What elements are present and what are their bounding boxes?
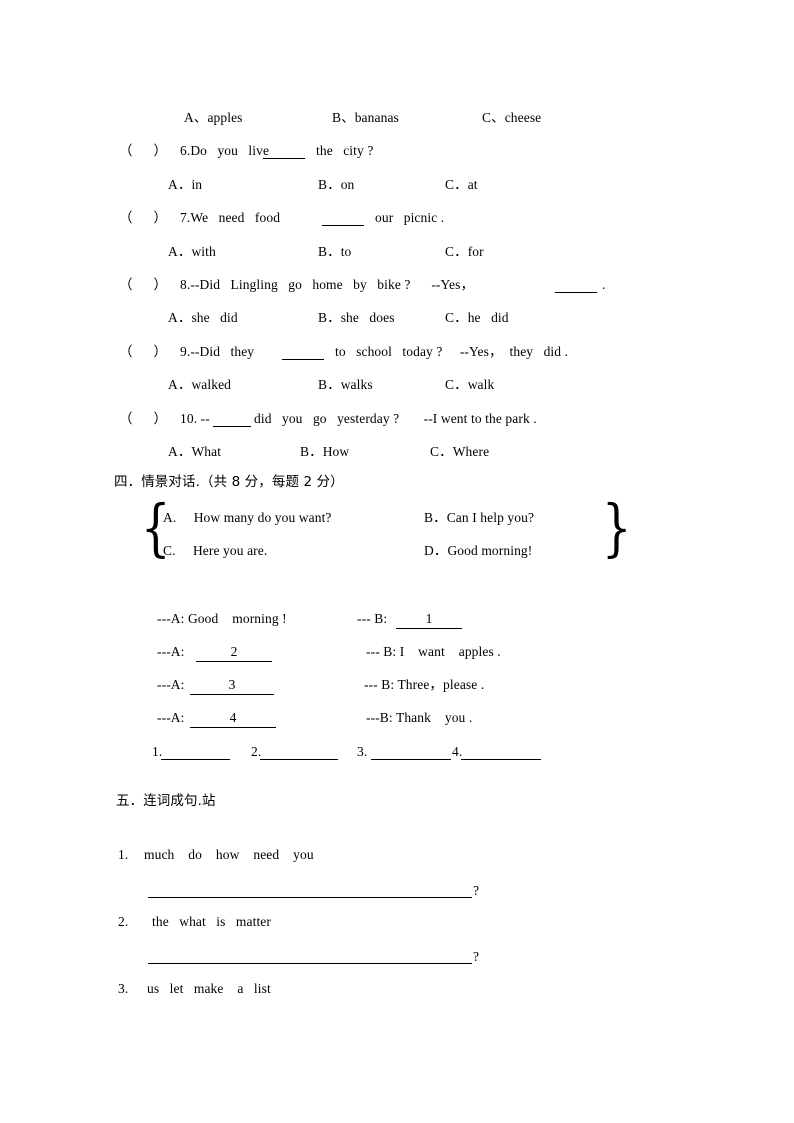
option-q7-b[interactable]: B．to — [318, 245, 351, 259]
option-q7-a[interactable]: A．with — [168, 245, 216, 259]
option-q10-a[interactable]: A．What — [168, 445, 221, 459]
answer-parens-q6[interactable]: （ ） — [119, 144, 167, 158]
question-stem-q7-after: our picnic . — [375, 210, 445, 225]
dialogue-line-3-left: ---A: — [157, 677, 185, 692]
question-stem-q9-before: 9.--Did they — [180, 344, 255, 359]
dialog-option-c[interactable]: C. Here you are. — [163, 544, 267, 558]
sentence-answer-rule-2[interactable] — [148, 963, 472, 964]
sentence-item-2-endmark: ? — [473, 949, 479, 964]
answer-parens-q9[interactable]: （ ） — [119, 345, 167, 359]
choice-option-a: A、apples — [184, 110, 243, 125]
question-stem-q10-before: 10. -- — [180, 411, 210, 426]
sentence-item-2-number: 2. — [118, 914, 129, 929]
question-stem-q8-before: 8.--Did Lingling go home by bike ? --Yes… — [180, 277, 475, 292]
option-q6-b[interactable]: B．on — [318, 178, 354, 192]
dialogue-line-1-left: ---A: Good morning ! — [157, 611, 287, 626]
question-stem-q8-after: . — [602, 277, 606, 292]
answer-blank-label-1: 1. — [152, 744, 163, 759]
question-stem-q6-after: the city ? — [316, 143, 374, 158]
sentence-item-1-number: 1. — [118, 847, 129, 862]
sentence-item-1-words: much do how need you — [144, 847, 314, 862]
section-five-heading: 五．连词成句.站 — [116, 793, 216, 809]
option-q9-c[interactable]: C．walk — [445, 378, 494, 392]
right-curly-brace: } — [601, 491, 632, 564]
dialogue-line-4-right: ---B: Thank you . — [366, 710, 473, 725]
answer-blank-rule-3[interactable] — [371, 759, 451, 760]
worksheet-page: A、apples B、bananas C、cheese （ ） 6.Do you… — [0, 0, 794, 1123]
sentence-answer-rule-1[interactable] — [148, 897, 472, 898]
answer-blank-label-4: 4. — [452, 744, 463, 759]
sentence-item-3-words: us let make a list — [147, 981, 271, 996]
option-q9-a[interactable]: A．walked — [168, 378, 231, 392]
question-stem-q10-after: did you go yesterday ? --I went to the p… — [254, 411, 537, 426]
answer-parens-q7[interactable]: （ ） — [119, 211, 167, 225]
dialogue-line-4-left: ---A: — [157, 710, 185, 725]
inline-blank-q7[interactable] — [322, 211, 364, 227]
inline-blank-q9[interactable] — [282, 345, 324, 361]
answer-parens-q10[interactable]: （ ） — [119, 412, 167, 426]
dialogue-answer-slot-3[interactable]: 3 — [190, 678, 274, 695]
choice-option-b: B、bananas — [332, 110, 399, 125]
inline-blank-q8[interactable] — [555, 278, 597, 294]
question-stem-q6-before: 6.Do you live — [180, 143, 270, 158]
dialogue-line-2-left: ---A: — [157, 644, 185, 659]
answer-blank-label-2: 2. — [251, 744, 262, 759]
question-stem-q7-before: 7.We need food — [180, 210, 281, 225]
question-stem-q9-after: to school today ? --Yes， they did . — [335, 344, 569, 359]
dialog-option-b[interactable]: B．Can I help you? — [424, 511, 534, 525]
option-q10-c[interactable]: C．Where — [430, 445, 489, 459]
dialogue-answer-slot-2[interactable]: 2 — [196, 645, 272, 662]
dialog-option-a[interactable]: A. How many do you want? — [163, 511, 332, 525]
dialog-option-d[interactable]: D．Good morning! — [424, 544, 532, 558]
sentence-item-2-words: the what is matter — [152, 914, 271, 929]
answer-parens-q8[interactable]: （ ） — [119, 278, 167, 292]
choice-option-c: C、cheese — [482, 110, 542, 125]
dialogue-line-2-right: --- B: I want apples . — [366, 644, 501, 659]
dialogue-line-3-right: --- B: Three，please . — [364, 677, 485, 692]
answer-blank-rule-4[interactable] — [461, 759, 541, 760]
option-q6-a[interactable]: A．in — [168, 178, 202, 192]
sentence-item-3-number: 3. — [118, 981, 129, 996]
option-q8-a[interactable]: A．she did — [168, 311, 238, 325]
section-four-heading: 四．情景对话.（共 8 分，每题 2 分） — [114, 474, 344, 490]
dialogue-answer-slot-1[interactable]: 1 — [396, 612, 462, 629]
option-q8-b[interactable]: B．she does — [318, 311, 395, 325]
dialogue-answer-slot-4[interactable]: 4 — [190, 711, 276, 728]
answer-blank-rule-1[interactable] — [161, 759, 230, 760]
option-q10-b[interactable]: B．How — [300, 445, 349, 459]
option-q7-c[interactable]: C．for — [445, 245, 484, 259]
inline-blank-q10[interactable] — [213, 412, 251, 428]
dialogue-line-1-right: --- B: — [357, 611, 388, 626]
sentence-item-1-endmark: ? — [473, 883, 479, 898]
option-q9-b[interactable]: B．walks — [318, 378, 373, 392]
inline-blank-q6[interactable] — [263, 144, 305, 160]
option-q8-c[interactable]: C．he did — [445, 311, 509, 325]
option-q6-c[interactable]: C．at — [445, 178, 478, 192]
answer-blank-rule-2[interactable] — [260, 759, 338, 760]
answer-blank-label-3: 3. — [357, 744, 368, 759]
